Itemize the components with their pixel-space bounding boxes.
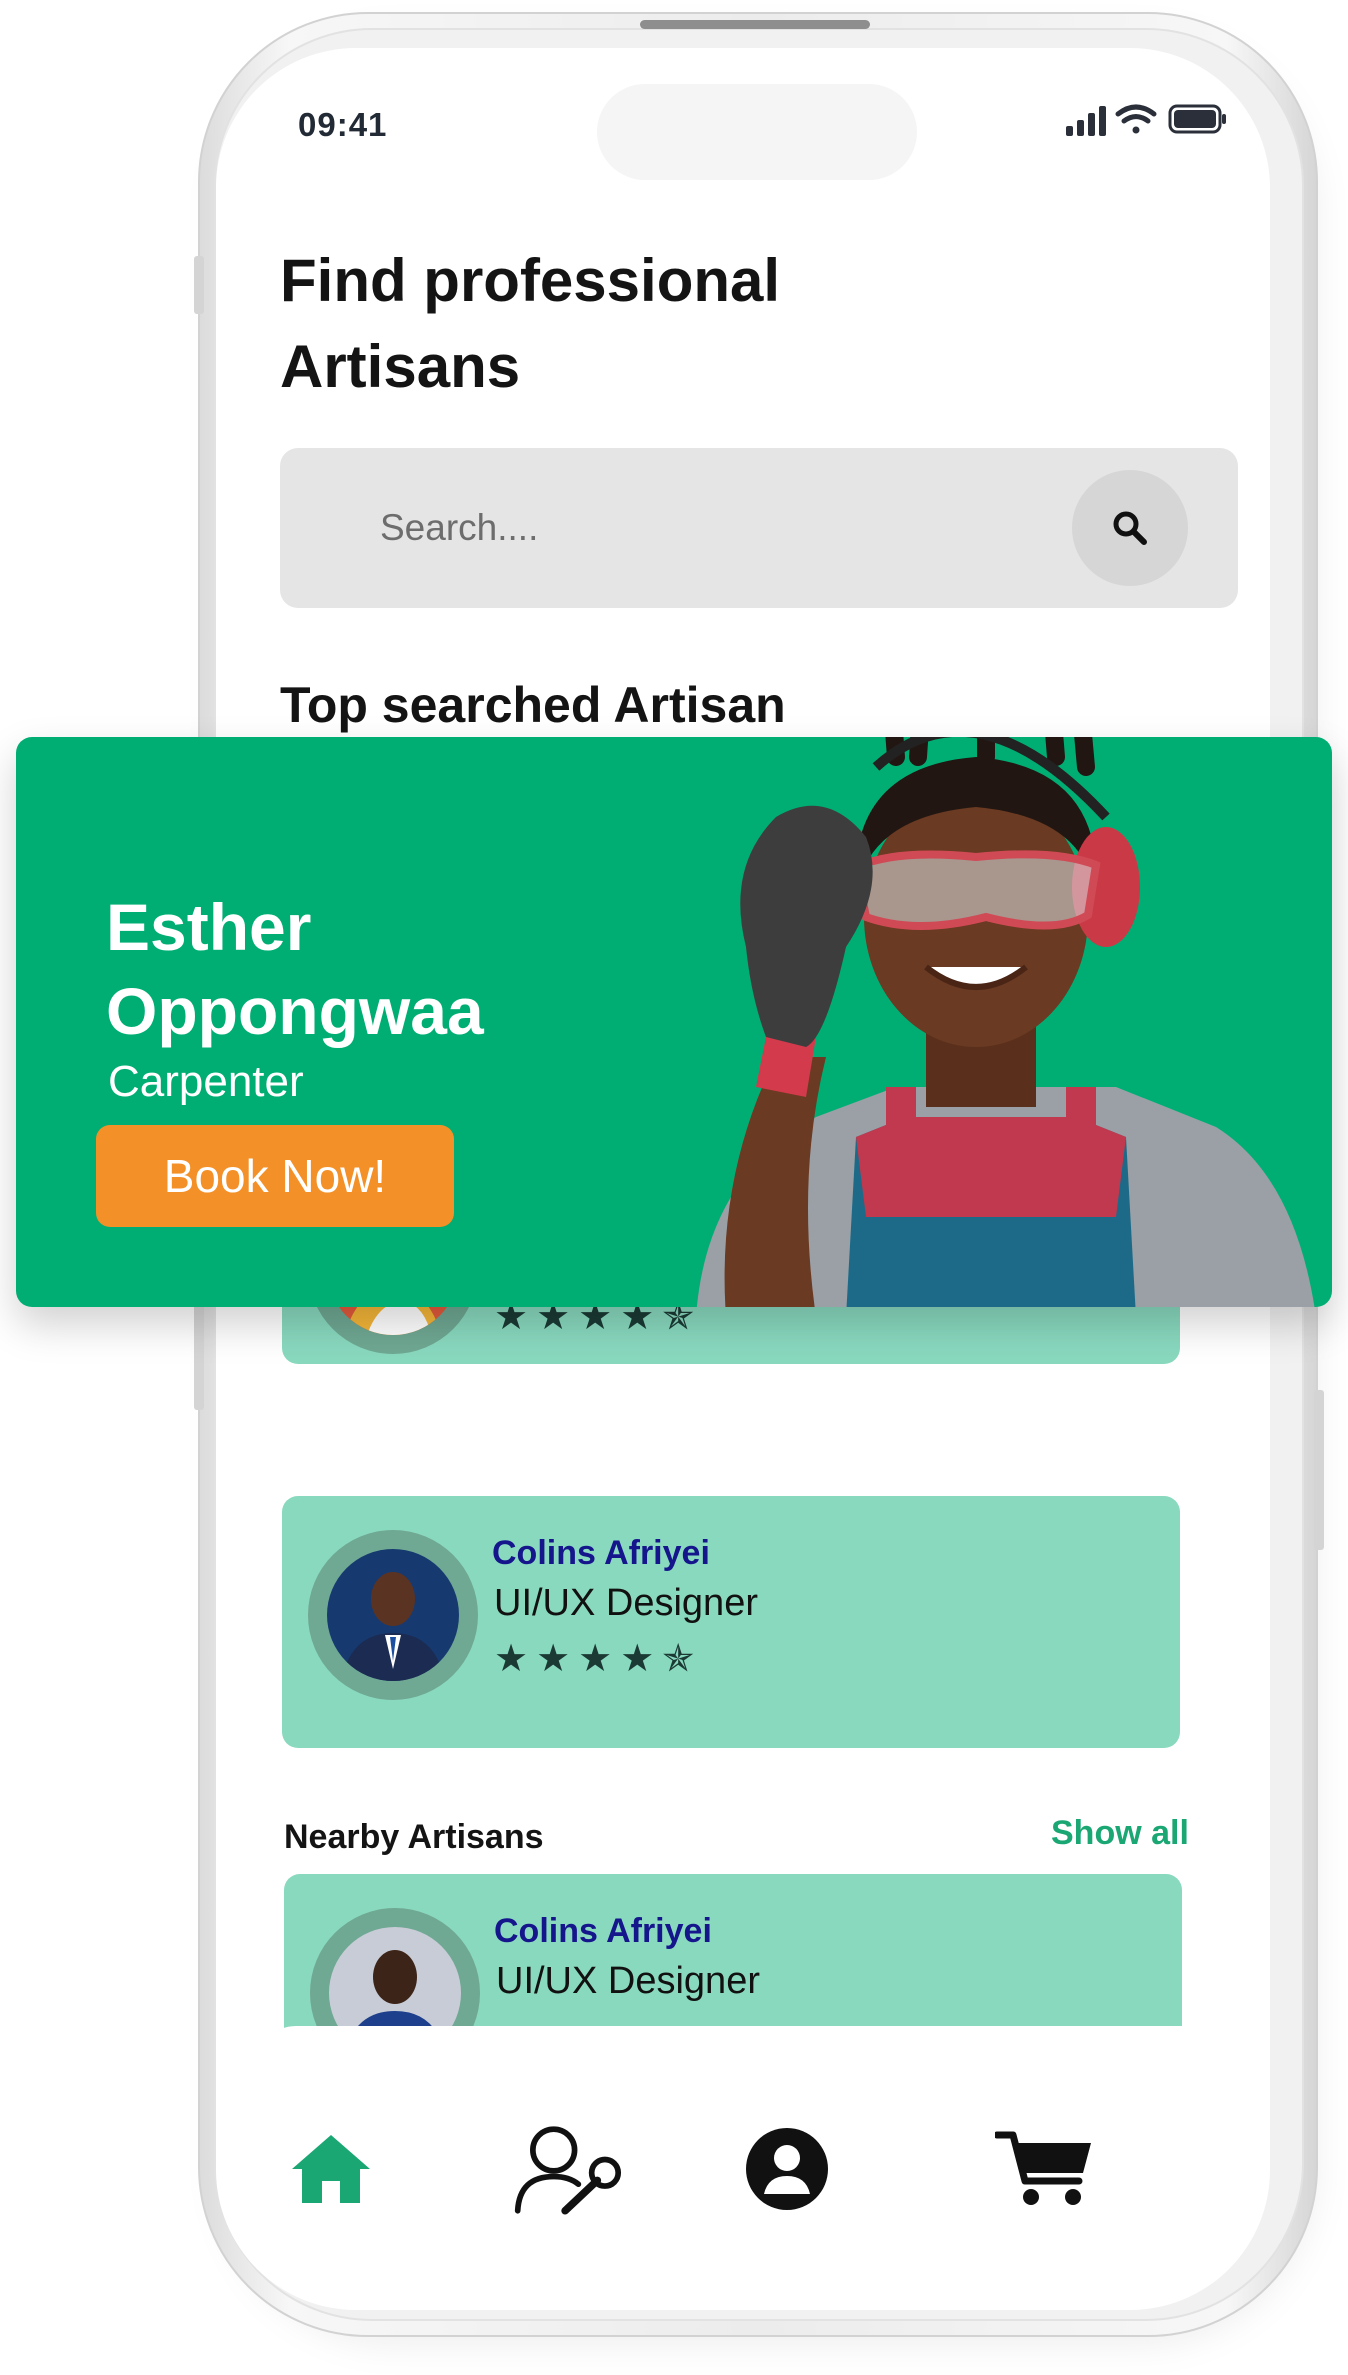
featured-artisan-banner[interactable]: Esther Oppongwaa Carpenter Book Now! [16,737,1332,1307]
speaker-grill [640,20,870,29]
search-input[interactable] [380,496,1030,560]
nav-artisans[interactable] [512,2114,622,2224]
show-all-link[interactable]: Show all [1051,1814,1189,1853]
nearby-title: Nearby Artisans [284,1818,544,1856]
search-button[interactable] [1072,470,1188,586]
nav-profile[interactable] [732,2114,842,2224]
artisan-name: Colins Afriyei [492,1534,710,1572]
top-searched-title: Top searched Artisan [280,677,786,733]
profile-icon [746,2128,828,2210]
page-title: Find professional Artisans [280,247,781,400]
artisan-name: Colins Afriyei [494,1912,712,1950]
nav-home[interactable] [276,2114,386,2224]
featured-name: Esther Oppongwaa [106,890,484,1048]
search-bar [280,448,1238,608]
artisan-role: UI/UX Designer [496,1960,760,2002]
book-now-button[interactable]: Book Now! [96,1125,454,1227]
bottom-nav [256,2026,1230,2286]
status-icons [1066,104,1226,136]
side-button [1314,1390,1324,1550]
wifi-icon [1115,104,1157,134]
artisan-role: UI/UX Designer [494,1582,758,1624]
avatar-ring [308,1530,478,1700]
cart-icon [995,2131,1091,2205]
rating-stars: ★★★★✯ [494,1636,703,1680]
artisan-card[interactable]: Colins Afriyei UI/UX Designer ★★★★✯ [282,1496,1180,1748]
side-button [194,256,204,314]
artisan-tools-icon [514,2126,622,2215]
search-icon [1113,511,1147,545]
signal-icon [1066,106,1106,136]
featured-portrait [696,737,1315,1307]
featured-role: Carpenter [108,1057,304,1106]
side-button [194,1290,204,1410]
battery-icon [1168,104,1226,134]
status-time: 09:41 [298,106,388,143]
nav-cart[interactable] [990,2114,1100,2224]
dynamic-island [597,84,917,180]
avatar [327,1549,459,1681]
home-icon [292,2135,370,2203]
